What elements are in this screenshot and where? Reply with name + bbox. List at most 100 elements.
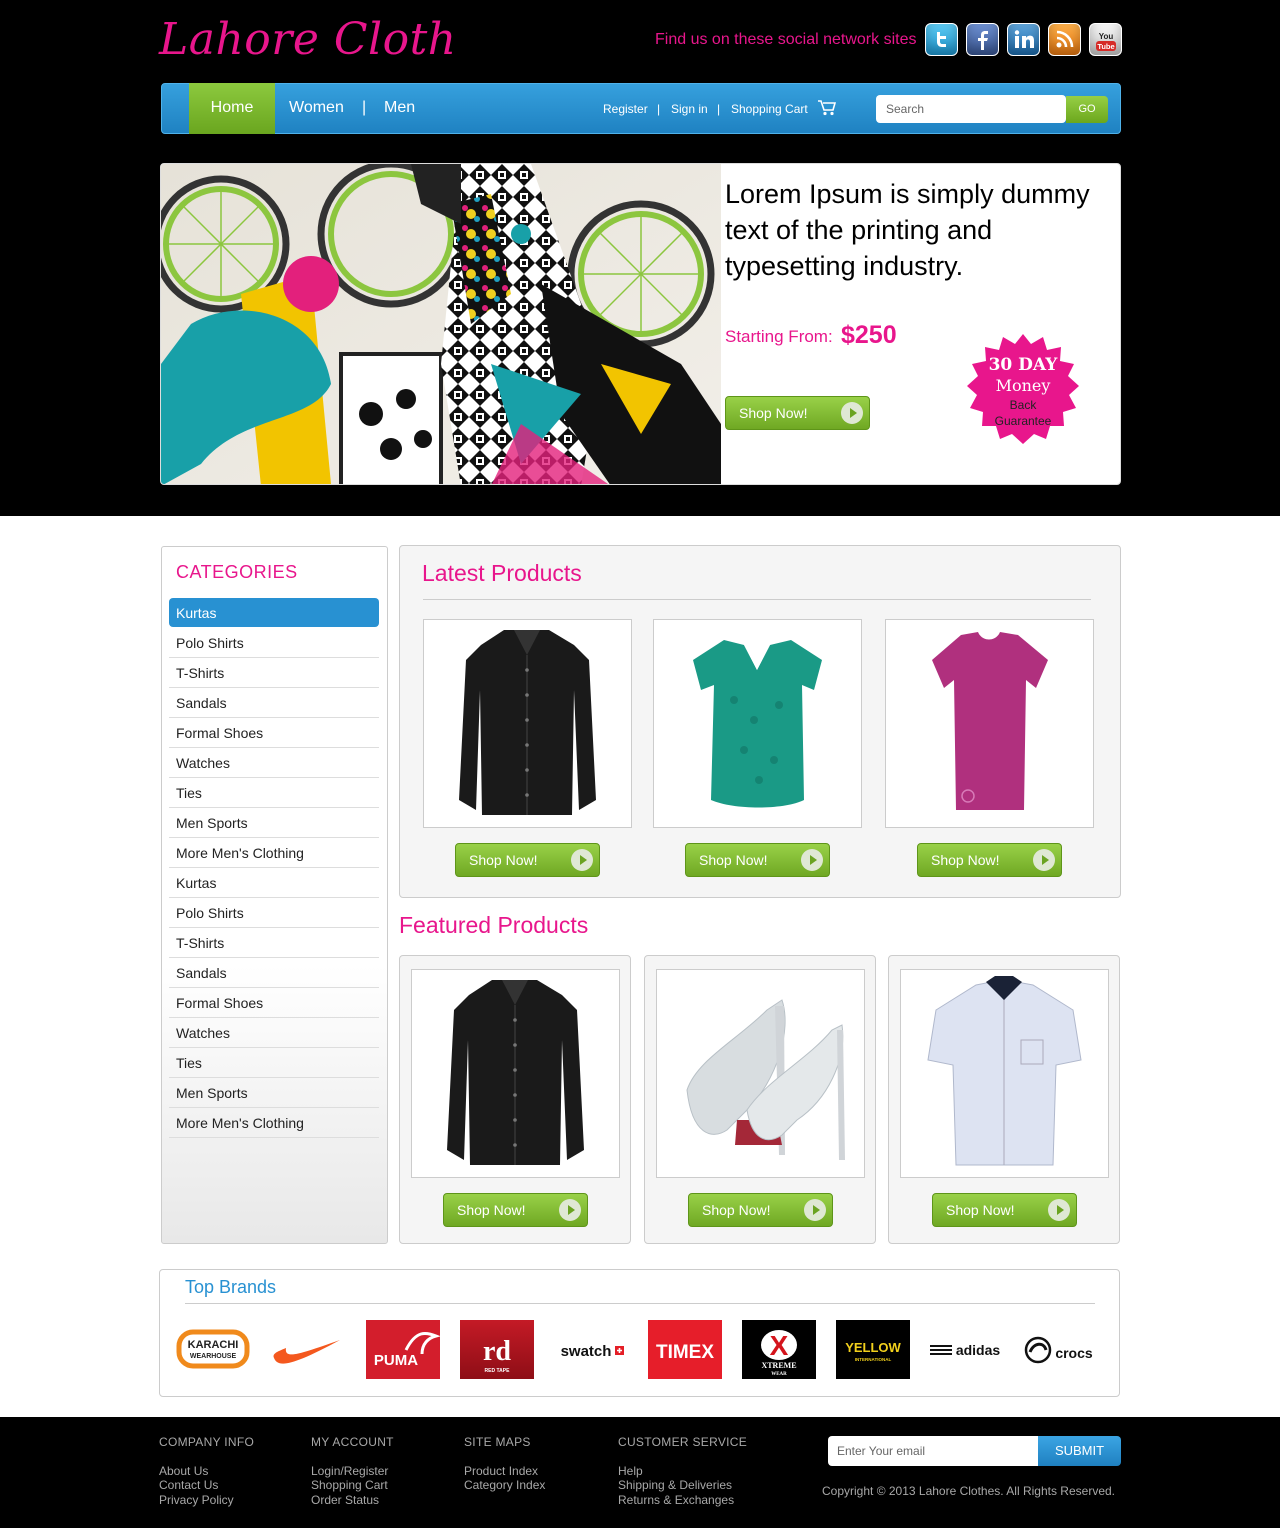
svg-text:Tube: Tube <box>1097 42 1114 51</box>
footer-link-category-index[interactable]: Category Index <box>464 1478 545 1492</box>
shop-now-button[interactable]: Shop Now! <box>917 843 1062 877</box>
search-go-button[interactable]: GO <box>1066 96 1108 123</box>
brand-adidas-text: adidas <box>956 1342 1001 1358</box>
category-item[interactable]: More Men's Clothing <box>169 1108 379 1138</box>
arrow-right-icon <box>1033 849 1055 871</box>
category-item[interactable]: T-Shirts <box>169 658 379 688</box>
linkedin-icon[interactable] <box>1007 23 1040 56</box>
brand-xtreme-x: X <box>770 1330 789 1361</box>
shop-now-button[interactable]: Shop Now! <box>455 843 600 877</box>
newsletter-submit-button[interactable]: SUBMIT <box>1038 1436 1121 1466</box>
category-item[interactable]: Kurtas <box>169 868 379 898</box>
footer: COMPANY INFO About Us Contact Us Privacy… <box>0 1417 1280 1528</box>
rss-icon[interactable] <box>1048 23 1081 56</box>
product-image-glitter-heels[interactable] <box>656 969 865 1178</box>
newsletter-email-input[interactable] <box>828 1436 1040 1466</box>
brand-xtreme-wear-logo[interactable]: X XTREME WEAR <box>742 1320 816 1379</box>
search-input[interactable] <box>876 95 1066 123</box>
category-item[interactable]: Kurtas <box>169 598 379 627</box>
footer-link-shopping-cart[interactable]: Shopping Cart <box>311 1478 388 1492</box>
category-item[interactable]: Formal Shoes <box>169 718 379 748</box>
brand-nike-logo[interactable] <box>270 1320 344 1379</box>
category-item[interactable]: Sandals <box>169 688 379 718</box>
badge-line1: 30 DAY <box>988 355 1058 375</box>
register-link[interactable]: Register <box>603 102 648 116</box>
shop-now-button[interactable]: Shop Now! <box>932 1193 1077 1227</box>
product-image-black-shirt[interactable] <box>411 969 620 1178</box>
footer-link-order-status[interactable]: Order Status <box>311 1493 379 1507</box>
banner-shop-now-button[interactable]: Shop Now! <box>725 396 870 430</box>
product-image-teal-lace-top[interactable] <box>653 619 862 828</box>
category-item[interactable]: Ties <box>169 778 379 808</box>
brand-puma-logo[interactable]: PUMA <box>366 1320 441 1379</box>
footer-link-help[interactable]: Help <box>618 1464 643 1478</box>
category-item[interactable]: More Men's Clothing <box>169 838 379 868</box>
main-nav: Home Women | Men Register | Sign in | Sh… <box>161 83 1121 134</box>
brand-red-tape-logo[interactable]: rd RED TAPE <box>460 1320 534 1379</box>
latest-products-section: Latest Products Shop Now! Shop Now! Shop… <box>399 545 1121 898</box>
nav-women[interactable]: Women <box>289 99 344 117</box>
nav-separator: | <box>717 102 721 116</box>
footer-link-login-register[interactable]: Login/Register <box>311 1464 388 1478</box>
category-item[interactable]: T-Shirts <box>169 928 379 958</box>
cart-icon[interactable] <box>818 100 837 121</box>
category-item[interactable]: Polo Shirts <box>169 898 379 928</box>
category-item[interactable]: Sandals <box>169 958 379 988</box>
brand-crocs-logo[interactable]: crocs <box>1024 1320 1098 1379</box>
footer-link-contact-us[interactable]: Contact Us <box>159 1478 218 1492</box>
facebook-icon[interactable] <box>966 23 999 56</box>
category-item[interactable]: Formal Shoes <box>169 988 379 1018</box>
nav-men[interactable]: Men <box>384 99 415 117</box>
signin-link[interactable]: Sign in <box>671 102 708 116</box>
banner-price: $250 <box>841 321 897 349</box>
featured-product-card: Shop Now! <box>399 955 631 1244</box>
divider <box>185 1303 1095 1304</box>
shop-now-label: Shop Now! <box>739 405 808 421</box>
divider <box>423 599 1091 600</box>
twitter-icon[interactable] <box>925 23 958 56</box>
shop-now-label: Shop Now! <box>702 1202 771 1218</box>
category-item[interactable]: Watches <box>169 1018 379 1048</box>
shop-now-label: Shop Now! <box>469 852 538 868</box>
shopping-cart-link[interactable]: Shopping Cart <box>731 102 808 116</box>
product-image-magenta-tshirt[interactable] <box>885 619 1094 828</box>
footer-heading-customer-service: CUSTOMER SERVICE <box>618 1435 748 1449</box>
site-logo[interactable]: Lahore Cloth <box>159 14 457 65</box>
footer-link-privacy-policy[interactable]: Privacy Policy <box>159 1493 234 1507</box>
shop-now-button[interactable]: Shop Now! <box>443 1193 588 1227</box>
category-item[interactable]: Watches <box>169 748 379 778</box>
brand-swatch-logo[interactable]: swatch <box>554 1320 628 1379</box>
brand-yellow-sub: INTERNATIONAL <box>855 1357 892 1362</box>
shop-now-button[interactable]: Shop Now! <box>685 843 830 877</box>
shop-now-label: Shop Now! <box>931 852 1000 868</box>
youtube-icon[interactable]: You Tube <box>1089 23 1122 56</box>
brand-karachi-wearhouse-logo[interactable]: KARACHI WEARHOUSE <box>176 1320 250 1379</box>
product-image-white-short-sleeve-shirt[interactable] <box>900 969 1109 1178</box>
footer-link-returns[interactable]: Returns & Exchanges <box>618 1493 734 1507</box>
footer-link-product-index[interactable]: Product Index <box>464 1464 538 1478</box>
categories-sidebar: CATEGORIES Kurtas Polo Shirts T-Shirts Sand… <box>161 546 388 1244</box>
top-brands-section: Top Brands KARACHI WEARHOUSE PUMA rd RED T… <box>159 1269 1120 1397</box>
brand-swatch-text: swatch <box>561 1343 612 1360</box>
banner-image <box>161 164 721 484</box>
badge-line3: Back <box>1009 398 1037 412</box>
shop-now-label: Shop Now! <box>699 852 768 868</box>
brand-timex-logo[interactable]: TIMEX <box>648 1320 722 1379</box>
category-item[interactable]: Men Sports <box>169 1078 379 1108</box>
brand-adidas-logo[interactable]: adidas <box>930 1320 1004 1379</box>
brand-yellow-logo[interactable]: YELLOW INTERNATIONAL <box>836 1320 910 1379</box>
footer-heading-my-account: MY ACCOUNT <box>311 1435 394 1449</box>
arrow-right-icon <box>571 849 593 871</box>
footer-link-shipping[interactable]: Shipping & Deliveries <box>618 1478 732 1492</box>
nav-separator: | <box>362 99 367 116</box>
category-item[interactable]: Ties <box>169 1048 379 1078</box>
brand-xtreme-sub: WEAR <box>771 1372 787 1377</box>
product-image-black-shirt[interactable] <box>423 619 632 828</box>
category-item[interactable]: Polo Shirts <box>169 628 379 658</box>
footer-link-about-us[interactable]: About Us <box>159 1464 208 1478</box>
brand-rd-text: rd <box>483 1336 511 1367</box>
category-item[interactable]: Men Sports <box>169 808 379 838</box>
brand-puma-text: PUMA <box>374 1352 418 1369</box>
nav-home[interactable]: Home <box>189 83 275 134</box>
shop-now-button[interactable]: Shop Now! <box>688 1193 833 1227</box>
